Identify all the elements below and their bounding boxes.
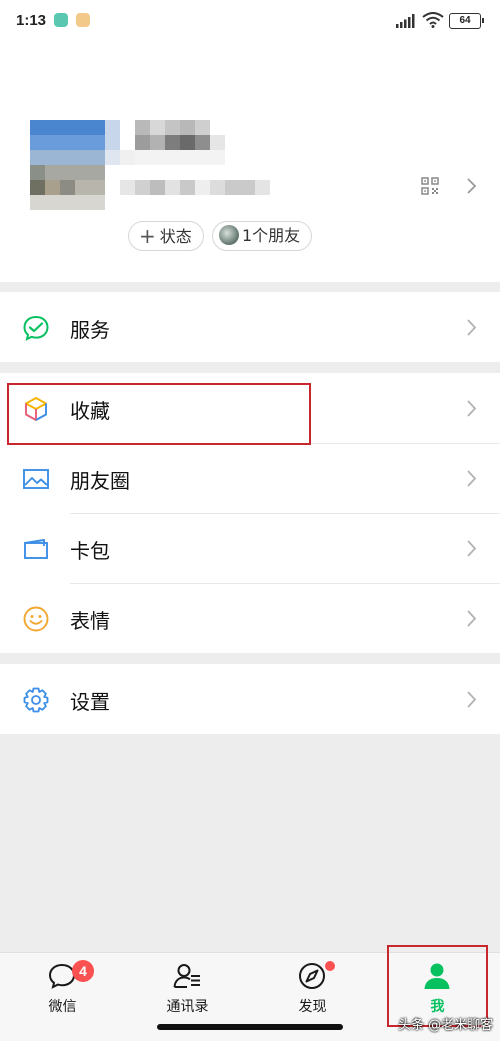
chevron-right-icon	[467, 540, 477, 557]
smiley-face-icon	[23, 606, 49, 632]
chevron-right-icon	[467, 400, 477, 417]
card-wallet-icon	[24, 539, 48, 559]
menu-label: 卡包	[70, 539, 110, 563]
tab-label: 通讯录	[166, 999, 209, 1015]
menu-label: 设置	[70, 690, 110, 714]
tab-label: 发现	[298, 999, 327, 1015]
friend-avatar	[219, 225, 239, 245]
menu-item-stickers[interactable]: 表情	[0, 583, 500, 653]
qr-code-icon[interactable]	[421, 177, 439, 195]
moments-picture-icon	[23, 469, 49, 489]
favorites-highlight-box	[7, 383, 311, 445]
gear-icon	[23, 687, 49, 713]
menu-label: 表情	[70, 609, 110, 633]
contacts-icon	[173, 964, 200, 988]
settings-group: 设置	[0, 664, 500, 734]
battery-indicator: 64	[449, 13, 484, 29]
services-icon	[23, 315, 49, 341]
menu-label: 服务	[70, 318, 110, 342]
signal-icon	[396, 14, 415, 28]
tab-label: 微信	[48, 999, 77, 1015]
chevron-right-icon	[467, 319, 477, 336]
chevron-right-icon	[467, 691, 477, 708]
compass-icon	[299, 963, 325, 989]
menu-item-settings[interactable]: 设置	[0, 664, 500, 734]
services-group: 服务	[0, 292, 500, 362]
chevron-right-icon	[467, 610, 477, 627]
friends-label: 1个朋友	[242, 226, 301, 245]
unread-badge: 4	[72, 960, 94, 982]
add-status-button[interactable]: + 状态	[128, 221, 204, 251]
menu-item-services[interactable]: 服务	[0, 292, 500, 362]
watermark-text: 头条 @老米聊客	[398, 1018, 494, 1033]
status-bar: 1:13 64	[0, 0, 500, 44]
home-indicator[interactable]	[157, 1024, 343, 1030]
avatar-and-name-pixelated	[30, 120, 270, 210]
profile-header[interactable]: + 状态 1个朋友	[0, 44, 500, 282]
menu-label: 朋友圈	[70, 469, 130, 493]
chevron-right-icon	[467, 178, 477, 194]
status-time: 1:13	[16, 12, 47, 29]
status-label: 状态	[159, 227, 192, 246]
menu-item-cards[interactable]: 卡包	[0, 513, 500, 583]
menu-item-moments[interactable]: 朋友圈	[0, 443, 500, 513]
new-content-dot	[325, 961, 335, 971]
app-notification-icon	[54, 13, 68, 27]
plus-icon: +	[139, 224, 156, 248]
tab-chats[interactable]: 4 微信	[0, 953, 125, 1041]
wifi-icon	[422, 12, 444, 28]
chevron-right-icon	[467, 470, 477, 487]
app-notification-icon	[76, 13, 90, 27]
friends-status-button[interactable]: 1个朋友	[212, 221, 312, 251]
